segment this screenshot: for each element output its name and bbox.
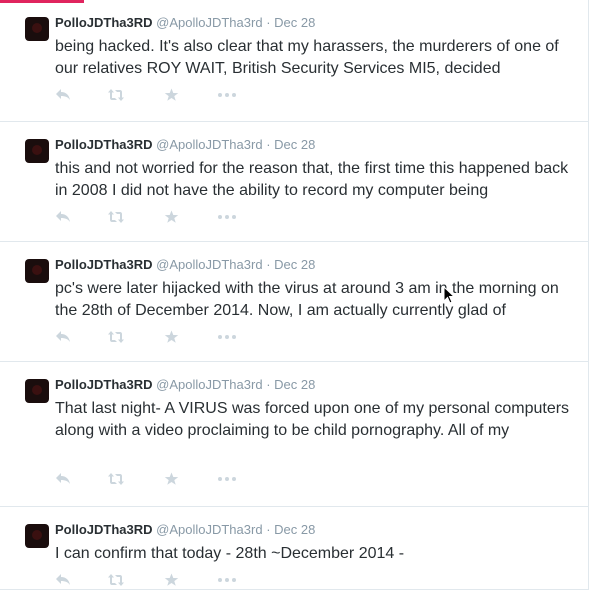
header-separator: ·	[266, 15, 271, 30]
more-icon[interactable]	[217, 330, 237, 346]
tweet-timestamp[interactable]: Dec 28	[274, 137, 315, 152]
tweet-item[interactable]: PolloJDTha3RD @ApolloJDTha3rd · Dec 28 p…	[0, 242, 588, 362]
reply-icon[interactable]	[55, 210, 71, 226]
user-handle[interactable]: @ApolloJDTha3rd	[156, 522, 262, 537]
reply-icon[interactable]	[55, 330, 71, 346]
retweet-icon[interactable]	[107, 330, 125, 346]
tweet-stream: PolloJDTha3RD @ApolloJDTha3rd · Dec 28 b…	[0, 0, 588, 590]
tweet-header: PolloJDTha3RD @ApolloJDTha3rd · Dec 28	[55, 522, 315, 537]
tweet-header: PolloJDTha3RD @ApolloJDTha3rd · Dec 28	[55, 15, 315, 30]
tweet-header: PolloJDTha3RD @ApolloJDTha3rd · Dec 28	[55, 377, 315, 392]
reply-icon[interactable]	[55, 573, 71, 589]
star-icon[interactable]	[164, 330, 179, 346]
avatar[interactable]	[25, 379, 49, 403]
avatar[interactable]	[25, 259, 49, 283]
avatar[interactable]	[25, 139, 49, 163]
star-icon[interactable]	[164, 210, 179, 226]
avatar[interactable]	[25, 17, 49, 41]
user-handle[interactable]: @ApolloJDTha3rd	[156, 137, 262, 152]
user-handle[interactable]: @ApolloJDTha3rd	[156, 257, 262, 272]
tweet-timestamp[interactable]: Dec 28	[274, 522, 315, 537]
reply-icon[interactable]	[55, 88, 71, 104]
user-handle[interactable]: @ApolloJDTha3rd	[156, 15, 262, 30]
retweet-icon[interactable]	[107, 573, 125, 589]
header-separator: ·	[266, 522, 271, 537]
tweet-timestamp[interactable]: Dec 28	[274, 257, 315, 272]
retweet-icon[interactable]	[107, 88, 125, 104]
header-separator: ·	[266, 257, 271, 272]
stream-right-border	[588, 0, 589, 590]
tweet-item[interactable]: PolloJDTha3RD @ApolloJDTha3rd · Dec 28 I…	[0, 507, 588, 590]
user-name[interactable]: PolloJDTha3RD	[55, 15, 153, 30]
avatar[interactable]	[25, 524, 49, 548]
more-icon[interactable]	[217, 210, 237, 226]
retweet-icon[interactable]	[107, 472, 125, 488]
tweet-text: this and not worried for the reason that…	[55, 160, 569, 199]
reply-icon[interactable]	[55, 472, 71, 488]
more-icon[interactable]	[217, 573, 237, 589]
retweet-icon[interactable]	[107, 210, 125, 226]
tweet-item[interactable]: PolloJDTha3RD @ApolloJDTha3rd · Dec 28 T…	[0, 362, 588, 507]
header-separator: ·	[266, 137, 271, 152]
user-name[interactable]: PolloJDTha3RD	[55, 522, 153, 537]
tweet-header: PolloJDTha3RD @ApolloJDTha3rd · Dec 28	[55, 137, 315, 152]
tweet-text: pc's were later hijacked with the virus …	[55, 280, 559, 319]
user-name[interactable]: PolloJDTha3RD	[55, 377, 153, 392]
star-icon[interactable]	[164, 573, 179, 589]
tweet-header: PolloJDTha3RD @ApolloJDTha3rd · Dec 28	[55, 257, 315, 272]
header-separator: ·	[266, 377, 271, 392]
user-handle[interactable]: @ApolloJDTha3rd	[156, 377, 262, 392]
tweet-item[interactable]: PolloJDTha3RD @ApolloJDTha3rd · Dec 28 b…	[0, 0, 588, 122]
tweet-text: I can confirm that today - 28th ~Decembe…	[55, 545, 405, 562]
user-name[interactable]: PolloJDTha3RD	[55, 137, 153, 152]
tweet-item[interactable]: PolloJDTha3RD @ApolloJDTha3rd · Dec 28 t…	[0, 122, 588, 242]
tweet-text: That last night- A VIRUS was forced upon…	[55, 400, 570, 439]
more-icon[interactable]	[217, 88, 237, 104]
tweet-timestamp[interactable]: Dec 28	[274, 15, 315, 30]
star-icon[interactable]	[164, 472, 179, 488]
user-name[interactable]: PolloJDTha3RD	[55, 257, 153, 272]
tweet-timestamp[interactable]: Dec 28	[274, 377, 315, 392]
more-icon[interactable]	[217, 472, 237, 488]
mouse-pointer-icon	[443, 286, 455, 304]
star-icon[interactable]	[164, 88, 179, 104]
tweet-text: being hacked. It's also clear that my ha…	[55, 38, 559, 77]
